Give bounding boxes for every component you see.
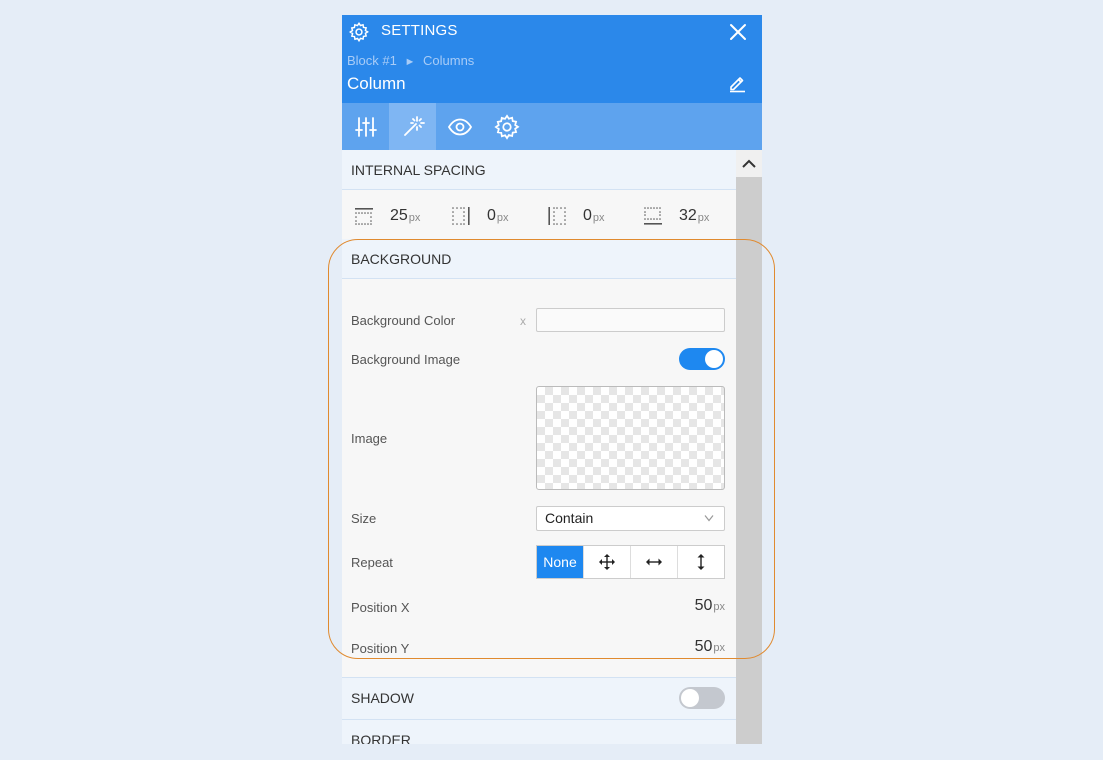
position-y-unit: px [713,642,725,654]
section-shadow[interactable]: SHADOW [342,677,736,720]
spacing-row: 25 px 0 px 0 px 32 px [342,192,736,239]
repeat-none-button[interactable]: None [537,546,583,578]
repeat-options: None [536,545,725,579]
image-picker[interactable] [536,386,725,490]
size-select[interactable]: Contain [536,506,725,531]
repeat-both-button[interactable] [583,546,630,578]
padding-top-unit: px [408,211,421,224]
image-label: Image [351,431,388,446]
chevron-down-icon [704,515,714,522]
tab-layout[interactable] [342,103,389,150]
position-y-field[interactable]: 50 px [695,638,725,656]
tab-visibility[interactable] [436,103,483,150]
padding-left-unit: px [592,211,605,224]
padding-bottom-value[interactable]: 32 [679,207,697,225]
chevron-up-icon[interactable] [741,156,757,170]
padding-bottom[interactable]: 32 px [643,206,709,226]
page-title: Column [347,74,406,93]
pencil-icon[interactable] [727,73,747,93]
padding-left-icon [548,207,566,225]
settings-header: SETTINGS Block #1 ► Columns Column [342,15,762,103]
section-internal-spacing[interactable]: INTERNAL SPACING [342,150,736,190]
tab-advanced[interactable] [483,103,530,150]
position-x-label: Position X [351,600,410,615]
breadcrumb-separator: ► [404,56,416,68]
padding-right-icon [452,207,470,225]
padding-right-value[interactable]: 0 [487,207,496,225]
sliders-icon [354,116,377,137]
padding-top[interactable]: 25 px [354,206,420,226]
settings-content[interactable]: INTERNAL SPACING 25 px 0 px 0 px 32 px B… [342,150,736,744]
padding-top-icon [355,208,373,225]
close-icon[interactable] [728,22,748,42]
position-x-unit: px [713,601,725,613]
repeat-label: Repeat [351,555,393,570]
magic-wand-icon [403,115,425,136]
breadcrumb-item-block[interactable]: Block #1 [347,53,397,68]
arrows-vertical-icon [697,554,705,570]
settings-title: SETTINGS [381,22,458,39]
gear-icon [493,113,520,140]
position-x-field[interactable]: 50 px [695,597,725,615]
background-color-label: Background Color [351,313,456,328]
position-y-value[interactable]: 50 [695,638,713,656]
section-background[interactable]: BACKGROUND [342,239,736,279]
breadcrumb: Block #1 ► Columns [347,53,474,68]
gear-icon [348,21,369,43]
background-image-label: Background Image [351,352,461,367]
scrollbar[interactable] [736,150,762,744]
position-x-value[interactable]: 50 [695,597,713,615]
settings-panel: SETTINGS Block #1 ► Columns Column INTER… [342,15,762,744]
section-border[interactable]: BORDER [342,720,736,744]
repeat-vertical-button[interactable] [677,546,724,578]
move-icon [599,554,615,570]
toggle-knob [705,350,723,368]
padding-left-value[interactable]: 0 [583,207,592,225]
breadcrumb-item-columns[interactable]: Columns [423,53,474,68]
size-select-value: Contain [545,510,594,526]
background-image-toggle[interactable] [679,348,725,370]
padding-bottom-icon [644,207,662,225]
shadow-toggle[interactable] [679,687,725,709]
padding-right-unit: px [496,211,509,224]
clear-color-button[interactable]: x [520,314,526,328]
padding-right[interactable]: 0 px [451,206,509,226]
padding-top-value[interactable]: 25 [390,207,408,225]
size-label: Size [351,511,377,526]
toggle-knob [681,689,699,707]
eye-icon [447,118,472,135]
repeat-horizontal-button[interactable] [630,546,677,578]
scrollbar-thumb[interactable] [736,177,762,744]
shadow-title: SHADOW [351,690,414,706]
padding-left[interactable]: 0 px [547,206,605,226]
position-y-label: Position Y [351,641,410,656]
padding-bottom-unit: px [697,211,710,224]
tab-style[interactable] [389,103,436,150]
tab-bar [342,103,762,150]
arrows-horizontal-icon [646,558,662,566]
background-color-field[interactable] [536,308,725,332]
